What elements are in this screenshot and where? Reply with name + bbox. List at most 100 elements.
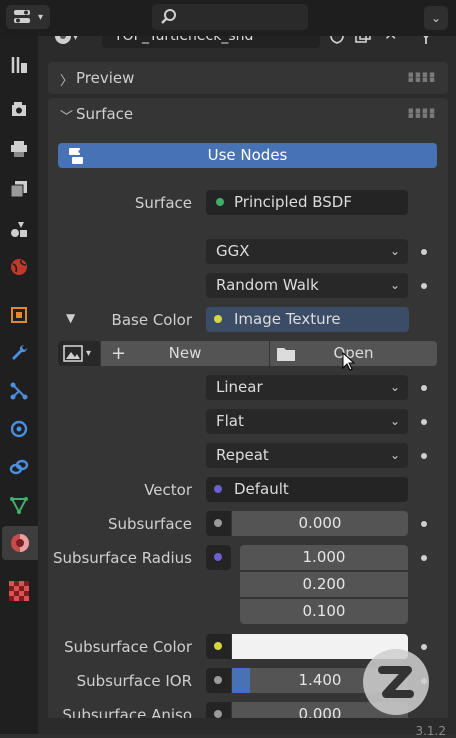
preview-panel-header[interactable]: 〉 Preview ▪▪▪▪ ▪▪▪▪ [48, 62, 448, 94]
tab-texture[interactable] [4, 574, 34, 608]
animate-dot-icon[interactable] [421, 521, 427, 527]
surface-panel-header[interactable]: ﹀ Surface ▪▪▪▪ ▪▪▪▪ [48, 98, 448, 130]
tab-modifiers[interactable] [4, 336, 34, 370]
projection-value: Flat [216, 412, 244, 430]
chevron-down-icon: ⌄ [430, 11, 442, 25]
distribution-dropdown[interactable]: GGX ⌄ [206, 239, 408, 264]
subsurface-radius-y-field[interactable]: 0.200 [240, 572, 408, 597]
drag-grip-icon[interactable]: ▪▪▪▪ ▪▪▪▪ [408, 71, 436, 85]
pin-icon[interactable] [416, 36, 436, 46]
interpolation-dropdown[interactable]: Linear ⌄ [206, 375, 408, 400]
vector-socket-icon [214, 553, 222, 561]
extension-dropdown[interactable]: Repeat ⌄ [206, 443, 408, 468]
subsurface-ior-value: 1.400 [298, 671, 342, 689]
use-nodes-label: Use Nodes [207, 146, 288, 164]
chevron-down-icon: ﹀ [60, 110, 74, 125]
vector-link-field[interactable]: Default [206, 477, 408, 502]
unlink-x-icon[interactable]: ✕ [384, 36, 397, 44]
world-icon [11, 259, 27, 275]
expand-triangle-icon[interactable]: ▼ [66, 311, 75, 325]
watermark-logo [363, 649, 429, 715]
duplicate-icon[interactable] [354, 36, 372, 45]
tab-particles[interactable] [4, 374, 34, 408]
new-image-button[interactable]: + New [101, 341, 269, 366]
search-input[interactable] [152, 4, 308, 30]
texture-checker-icon [9, 581, 29, 601]
animate-dot-icon[interactable] [421, 249, 427, 255]
svg-text:▾: ▾ [73, 36, 78, 43]
properties-editor-icon [13, 10, 30, 23]
float-socket-icon [214, 710, 222, 718]
plus-icon: + [111, 343, 127, 364]
material-browse-icon[interactable]: ▾ [54, 36, 80, 46]
preview-title: Preview [76, 69, 135, 87]
tab-material[interactable] [2, 526, 38, 560]
use-nodes-button[interactable]: Use Nodes [58, 143, 437, 168]
chevron-right-icon: 〉 [60, 74, 74, 89]
wrench-icon [12, 344, 28, 360]
animate-dot-icon[interactable] [421, 555, 427, 561]
subsurface-radius-socket-button[interactable] [206, 545, 231, 570]
color-socket-icon [214, 642, 222, 650]
tab-view-layer[interactable] [4, 172, 34, 206]
tab-data[interactable] [4, 488, 34, 522]
chevron-down-icon: ▾ [86, 348, 92, 359]
projection-dropdown[interactable]: Flat ⌄ [206, 409, 408, 434]
vector-label: Vector [144, 481, 192, 499]
folder-icon [277, 348, 295, 361]
vector-value: Default [234, 480, 289, 498]
subsurface-radius-label: Subsurface Radius [52, 549, 192, 567]
render-icon [12, 102, 26, 116]
surface-title: Surface [76, 105, 134, 123]
scene-icon [11, 222, 27, 237]
image-browse-button[interactable]: ▾ [58, 341, 100, 366]
tab-constraints[interactable] [4, 450, 34, 484]
tab-output[interactable] [4, 132, 34, 166]
base-color-label: Base Color [111, 311, 192, 329]
chevron-down-icon: ⌄ [389, 448, 400, 462]
subsurface-radius-x-field[interactable]: 1.000 [240, 545, 408, 570]
chevron-down-icon: ⌄ [389, 278, 400, 292]
subsurface-label: Subsurface [108, 515, 192, 533]
options-dropdown[interactable]: ⌄ [424, 6, 448, 30]
editor-type-button[interactable]: ▾ [6, 5, 50, 29]
tab-world[interactable] [4, 250, 34, 284]
subsurface-radius-z-field[interactable]: 0.100 [240, 599, 408, 624]
color-socket-icon [214, 315, 222, 323]
tool-icon [11, 57, 27, 73]
drag-grip-icon[interactable]: ▪▪▪▪ ▪▪▪▪ [408, 107, 436, 121]
slider-fill [232, 668, 250, 693]
surface-label: Surface [134, 194, 192, 212]
subsurface-socket-button[interactable] [206, 511, 231, 536]
tab-render[interactable] [4, 92, 34, 126]
mesh-data-icon [10, 497, 28, 515]
fake-user-shield-icon[interactable] [328, 36, 346, 45]
properties-tabs [0, 36, 38, 734]
tab-tool[interactable] [4, 48, 34, 82]
distribution-value: GGX [216, 242, 250, 260]
subsurface-color-label: Subsurface Color [64, 638, 192, 656]
surface-shader-value: Principled BSDF [234, 193, 352, 211]
tab-physics[interactable] [4, 412, 34, 446]
properties-header: ▾ ⌄ [0, 0, 456, 36]
subsurface-method-dropdown[interactable]: Random Walk ⌄ [206, 273, 408, 298]
material-name-field[interactable]: TOP_Turtleneck_shd [102, 36, 320, 48]
subsurface-ior-socket-button[interactable] [206, 668, 231, 693]
animate-dot-icon[interactable] [421, 385, 427, 391]
tab-scene[interactable] [4, 212, 34, 246]
animate-dot-icon[interactable] [421, 453, 427, 459]
chevron-down-icon: ⌄ [389, 380, 400, 394]
base-color-link-field[interactable]: Image Texture [206, 307, 409, 332]
version-label: 3.1.2 [415, 724, 446, 738]
chevron-down-icon: ⌄ [389, 244, 400, 258]
vector-socket-icon [214, 485, 222, 493]
image-icon [63, 345, 83, 362]
surface-shader-field[interactable]: Principled BSDF [206, 190, 408, 215]
tab-object[interactable] [4, 298, 34, 332]
subsurface-color-socket-button[interactable] [206, 634, 231, 659]
material-icon [11, 534, 29, 552]
animate-dot-icon[interactable] [421, 419, 427, 425]
animate-dot-icon[interactable] [421, 283, 427, 289]
subsurface-value-field[interactable]: 0.000 [232, 511, 408, 536]
float-socket-icon [214, 676, 222, 684]
